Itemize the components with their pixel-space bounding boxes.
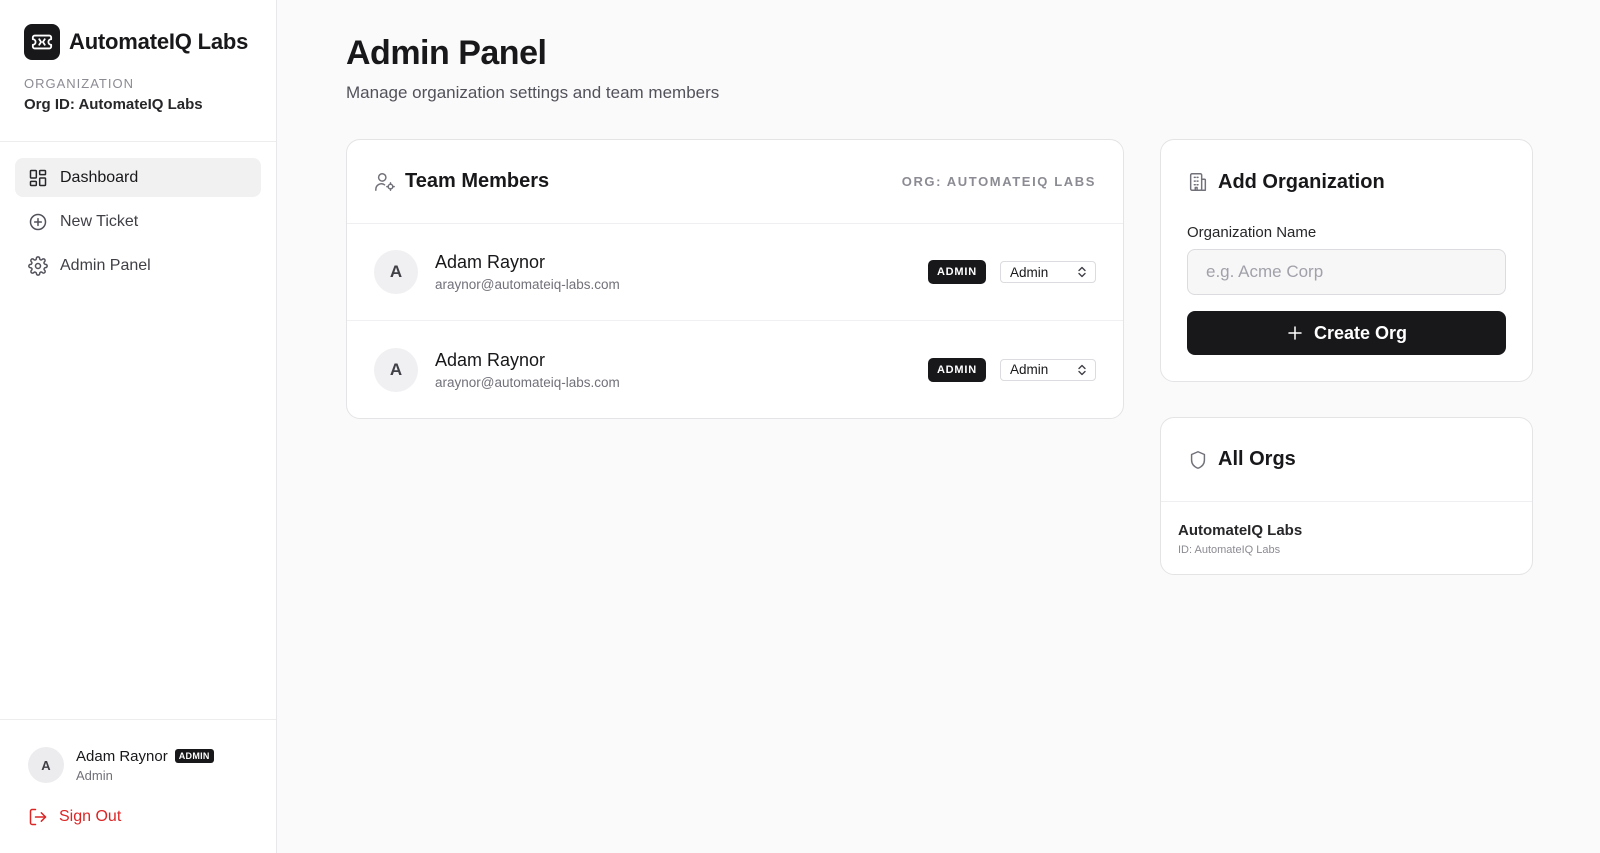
team-members-header: Team Members ORG: AUTOMATEIQ LABS xyxy=(347,140,1123,224)
ticket-icon xyxy=(24,24,60,60)
all-orgs-title: All Orgs xyxy=(1218,448,1296,470)
sidebar-nav: Dashboard New Ticket Admin Panel xyxy=(0,142,276,301)
role-badge: ADMIN xyxy=(927,357,986,382)
organization-label: ORGANIZATION xyxy=(24,76,134,91)
chevron-up-down-icon xyxy=(1078,266,1086,278)
sidebar: AutomateIQ Labs ORGANIZATION Org ID: Aut… xyxy=(0,0,277,853)
main-content: Admin Panel Manage organization settings… xyxy=(277,0,1600,853)
user-cog-icon xyxy=(375,172,395,191)
shield-icon xyxy=(1190,450,1206,469)
sidebar-footer: A Adam Raynor ADMIN Admin Sign Out xyxy=(0,719,276,853)
organization-info: ORGANIZATION Org ID: AutomateIQ Labs xyxy=(0,60,276,142)
sidebar-item-label: Dashboard xyxy=(60,168,139,186)
sidebar-item-label: New Ticket xyxy=(60,212,139,230)
organization-name-input[interactable]: e.g. Acme Corp xyxy=(1187,249,1506,295)
building-icon xyxy=(1189,173,1207,191)
all-orgs-header: All Orgs xyxy=(1161,418,1532,502)
role-badge: ADMIN xyxy=(927,260,986,284)
list-item[interactable]: AutomateIQ Labs ID: AutomateIQ Labs xyxy=(1161,502,1532,574)
create-org-label: Create Org xyxy=(1313,322,1408,343)
team-org-tag: ORG: AUTOMATEIQ LABS xyxy=(901,174,1096,189)
sign-out-button[interactable]: Sign Out xyxy=(28,807,248,827)
role-select-value: Admin xyxy=(1010,264,1049,280)
sidebar-item-label: Admin Panel xyxy=(60,256,151,274)
all-orgs-card: All Orgs AutomateIQ Labs ID: AutomateIQ … xyxy=(1160,417,1533,575)
sidebar-item-admin-panel[interactable]: Admin Panel xyxy=(15,246,261,285)
plus-circle-icon xyxy=(29,213,47,230)
role-select[interactable]: Admin xyxy=(1000,358,1096,381)
team-members-card: Team Members ORG: AUTOMATEIQ LABS A Adam… xyxy=(346,139,1124,419)
current-user[interactable]: A Adam Raynor ADMIN Admin xyxy=(28,747,248,783)
sign-out-label: Sign Out xyxy=(59,808,122,825)
page-title: Admin Panel xyxy=(346,34,547,72)
org-name: AutomateIQ Labs xyxy=(1178,522,1303,539)
user-role: Admin xyxy=(76,767,113,783)
plus-icon xyxy=(1288,326,1302,340)
chevron-up-down-icon xyxy=(1078,364,1086,375)
user-name: Adam Raynor xyxy=(76,747,168,765)
dashboard-icon xyxy=(29,169,47,186)
content-area: Team Members ORG: AUTOMATEIQ LABS A Adam… xyxy=(346,139,1600,575)
avatar: A xyxy=(374,250,418,294)
gear-icon xyxy=(28,255,48,276)
right-column: Add Organization Organization Name e.g. … xyxy=(1160,139,1533,575)
add-organization-header: Add Organization xyxy=(1187,140,1506,224)
user-role-badge: ADMIN xyxy=(174,749,214,763)
organization-id: Org ID: AutomateIQ Labs xyxy=(24,96,203,113)
table-row: A Adam Raynor araynor@automateiq-labs.co… xyxy=(347,224,1123,321)
page-subtitle: Manage organization settings and team me… xyxy=(346,83,720,102)
role-select[interactable]: Admin xyxy=(1000,261,1096,283)
brand-name: AutomateIQ Labs xyxy=(69,29,249,54)
logout-icon xyxy=(29,808,47,826)
team-members-title: Team Members xyxy=(405,170,550,192)
add-organization-title: Add Organization xyxy=(1218,170,1385,193)
avatar: A xyxy=(374,347,418,392)
organization-name-label: Organization Name xyxy=(1187,224,1317,241)
sidebar-item-new-ticket[interactable]: New Ticket xyxy=(15,202,261,241)
create-org-button[interactable]: Create Org xyxy=(1187,311,1506,355)
org-id: ID: AutomateIQ Labs xyxy=(1178,544,1281,556)
avatar: A xyxy=(28,747,64,783)
member-name: Adam Raynor xyxy=(435,349,546,370)
brand[interactable]: AutomateIQ Labs xyxy=(0,0,276,60)
role-select-value: Admin xyxy=(1010,362,1049,377)
member-email: araynor@automateiq-labs.com xyxy=(435,374,620,390)
member-name: Adam Raynor xyxy=(435,252,546,272)
member-email: araynor@automateiq-labs.com xyxy=(435,277,620,292)
sidebar-item-dashboard[interactable]: Dashboard xyxy=(15,158,261,197)
table-row: A Adam Raynor araynor@automateiq-labs.co… xyxy=(347,321,1123,418)
add-organization-card: Add Organization Organization Name e.g. … xyxy=(1160,139,1533,382)
